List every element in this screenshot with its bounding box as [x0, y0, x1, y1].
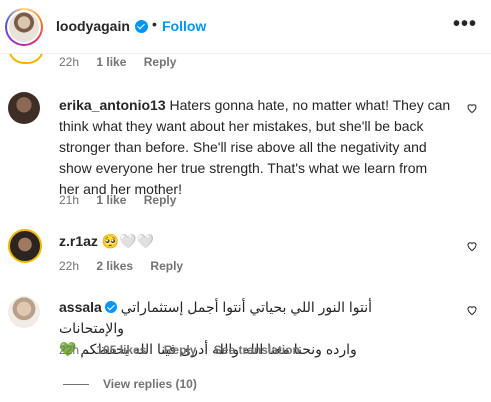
post-header: loodyagain • Follow ••• [0, 0, 491, 54]
commenter-username[interactable]: erika_antonio13 [59, 97, 166, 113]
comment-text-block: erika_antonio13 Haters gonna hate, no ma… [59, 95, 451, 200]
commenter-avatar[interactable] [8, 92, 40, 124]
header-separator: • [152, 16, 157, 32]
comment-likes[interactable]: 1 like [96, 193, 126, 207]
see-translation-button[interactable]: See translation [214, 343, 300, 357]
comment-meta: 21h 1 like Reply [59, 193, 190, 207]
like-heart-icon[interactable] [466, 102, 478, 114]
reply-button[interactable]: Reply [150, 259, 183, 273]
comment-meta: 22h 105 likes Reply See translation [59, 343, 314, 357]
replies-divider [63, 384, 89, 386]
comment-time: 21h [59, 193, 80, 207]
profile-avatar[interactable] [5, 8, 43, 46]
reply-button[interactable]: Reply [144, 55, 177, 69]
commenter-avatar[interactable] [8, 229, 42, 263]
verified-badge-icon [104, 301, 117, 313]
follow-button[interactable]: Follow [162, 18, 206, 34]
comment-likes[interactable]: 1 like [96, 55, 126, 69]
view-replies-label: View replies (10) [103, 377, 197, 391]
comment-text: 🥺🤍🤍 [101, 233, 155, 249]
reply-button[interactable]: Reply [164, 343, 197, 357]
more-options-icon[interactable]: ••• [453, 13, 477, 36]
like-heart-icon[interactable] [466, 304, 478, 316]
comment-likes[interactable]: 2 likes [96, 259, 133, 273]
reply-button[interactable]: Reply [144, 193, 177, 207]
previous-comment-meta: 22h 1 like Reply [59, 55, 190, 69]
commenter-username[interactable]: z.r1az [59, 233, 98, 249]
comment-time: 22h [59, 343, 80, 357]
comment-likes[interactable]: 105 likes [96, 343, 146, 357]
view-replies-button[interactable]: View replies (10) [63, 377, 197, 391]
comment-text-block: z.r1az 🥺🤍🤍 [59, 231, 451, 252]
comment-meta: 22h 2 likes Reply [59, 259, 197, 273]
comment-time: 22h [59, 259, 80, 273]
comment-time: 22h [59, 55, 80, 69]
commenter-avatar[interactable] [8, 296, 40, 328]
commenter-username[interactable]: assala [59, 299, 102, 315]
verified-badge-icon [135, 20, 148, 33]
like-heart-icon[interactable] [466, 240, 478, 252]
header-username[interactable]: loodyagain [56, 18, 130, 34]
